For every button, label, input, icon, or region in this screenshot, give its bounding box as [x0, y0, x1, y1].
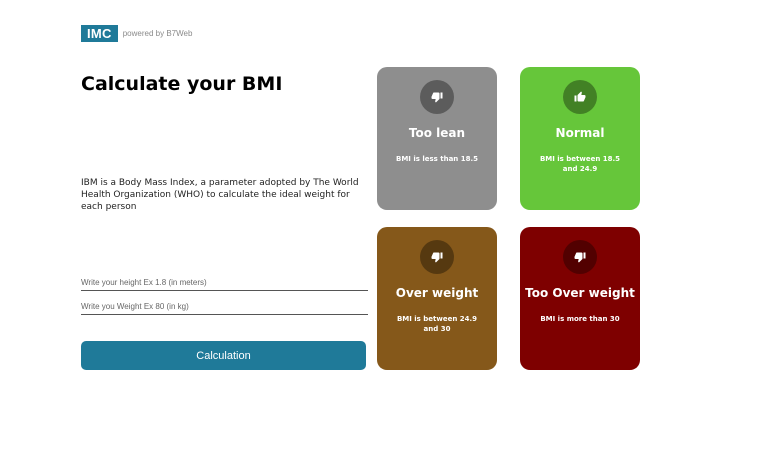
thumbs-down-icon	[563, 240, 597, 274]
bmi-page: IMC powered by B7Web Calculate your BMI …	[0, 0, 775, 450]
weight-input[interactable]	[81, 300, 368, 315]
card-text: BMI is less than 18.5	[395, 155, 478, 163]
card-text: BMI is between 18.5 and 24.9	[539, 155, 621, 173]
description-text: IBM is a Body Mass Index, a parameter ad…	[81, 178, 359, 212]
card-title: Over weight	[395, 286, 479, 300]
logo: IMC	[81, 25, 118, 42]
card-title: Too Over weight	[525, 286, 635, 300]
powered-by-text: powered by B7Web	[122, 29, 193, 38]
card-normal: Normal BMI is between 18.5 and 24.9	[520, 67, 640, 210]
card-title: Normal	[555, 126, 605, 140]
thumbs-down-icon	[420, 80, 454, 114]
card-text: BMI is more than 30	[540, 315, 620, 323]
card-title: Too lean	[408, 126, 466, 140]
card-text: BMI is between 24.9 and 30	[396, 315, 478, 333]
header: IMC powered by B7Web	[81, 25, 192, 42]
height-input[interactable]	[81, 276, 368, 291]
thumbs-up-icon	[563, 80, 597, 114]
thumbs-down-icon	[420, 240, 454, 274]
calculation-button[interactable]: Calculation	[81, 341, 366, 370]
card-over-weight: Over weight BMI is between 24.9 and 30	[377, 227, 497, 370]
page-title: Calculate your BMI	[81, 73, 283, 95]
card-too-lean: Too lean BMI is less than 18.5	[377, 67, 497, 210]
card-too-over-weight: Too Over weight BMI is more than 30	[520, 227, 640, 370]
